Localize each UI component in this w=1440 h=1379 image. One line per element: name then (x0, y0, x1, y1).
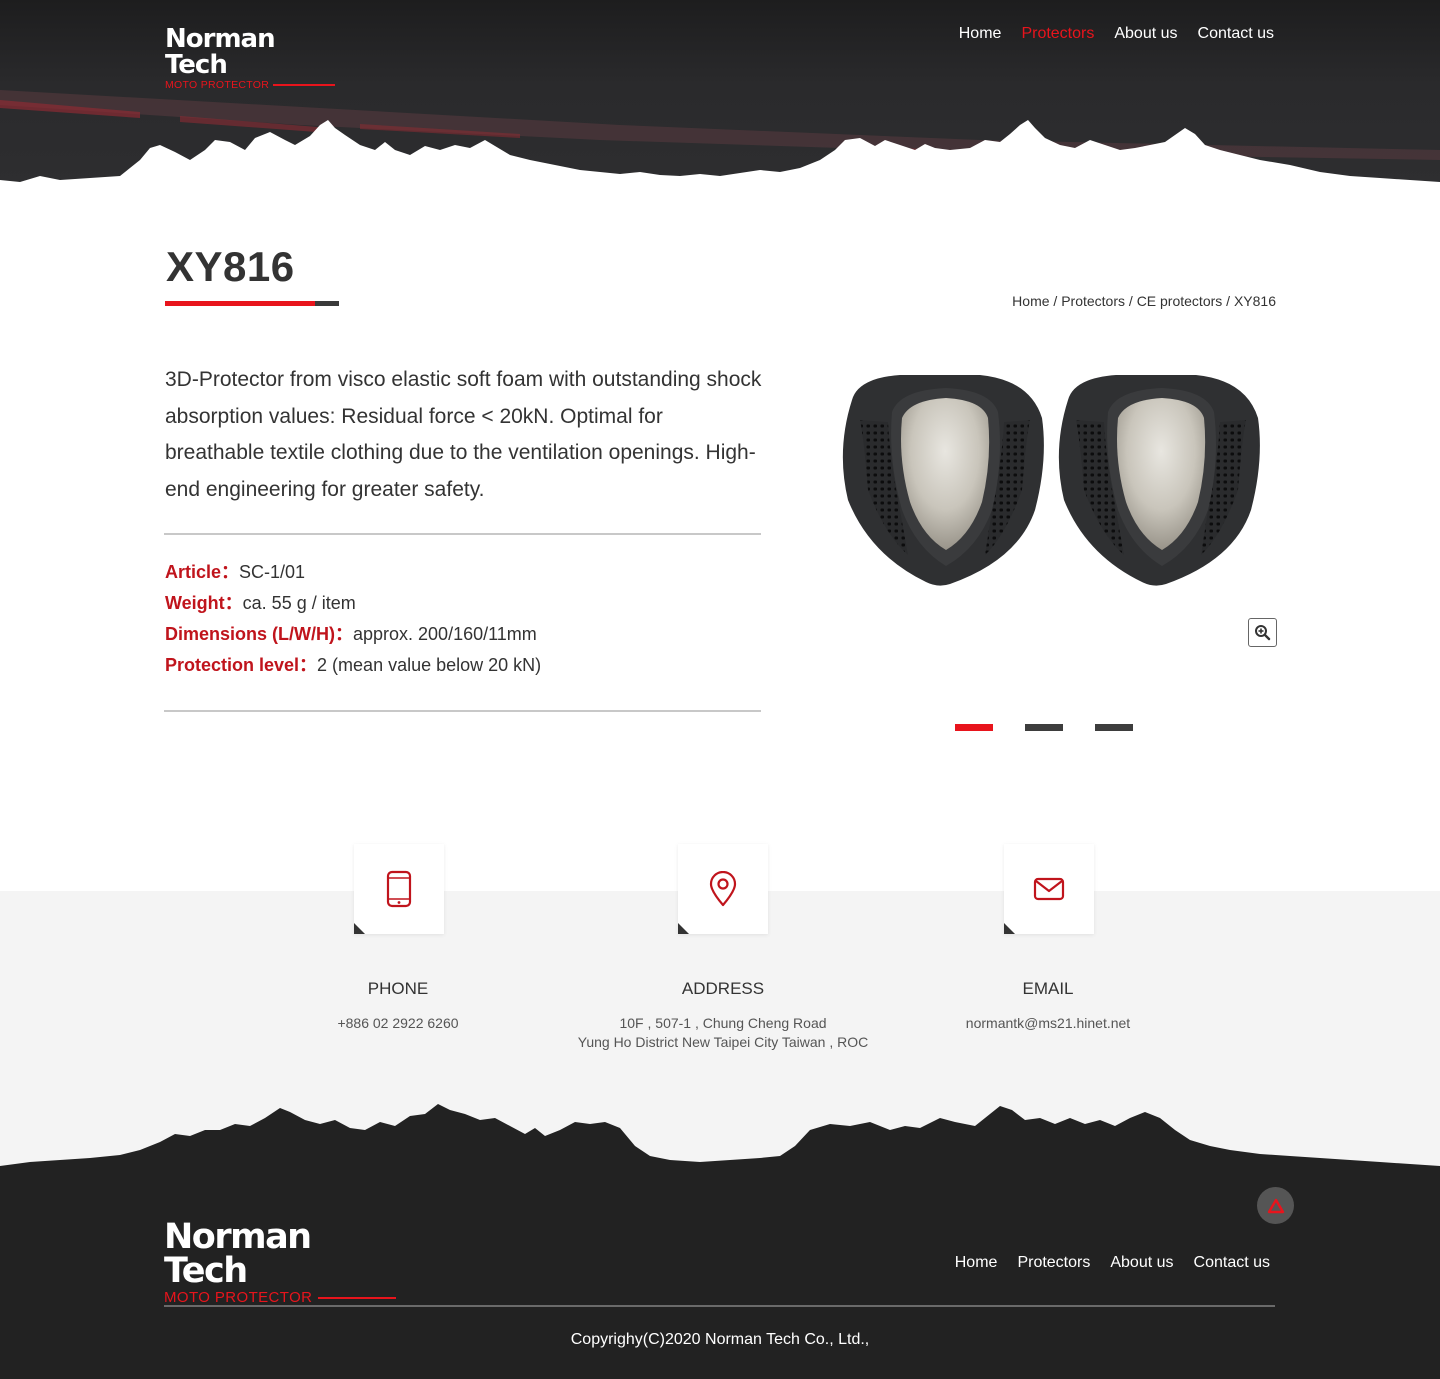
logo-underline (273, 84, 335, 86)
spec-article: Article： SC-1/01 (165, 557, 541, 588)
footer-logo-subtitle: MOTO PROTECTOR (164, 1290, 396, 1306)
address-card (678, 844, 768, 934)
main-nav: Home Protectors About us Contact us (939, 25, 1274, 43)
nav-protectors[interactable]: Protectors (1001, 25, 1094, 43)
logo-brand-text: Norman Tech (165, 24, 276, 80)
email-card (1004, 844, 1094, 934)
address-line-1: 10F , 507-1 , Chung Cheng Road (619, 1015, 827, 1031)
nav-contact-us[interactable]: Contact us (1178, 25, 1274, 43)
arrow-up-icon (1267, 1198, 1284, 1213)
spec-value: SC-1/01 (239, 562, 306, 582)
breadcrumb-separator: / (1222, 293, 1234, 309)
divider-bottom (164, 710, 761, 712)
email-label: EMAIL (1022, 979, 1074, 998)
spec-list: Article： SC-1/01 Weight： ca. 55 g / item D… (165, 557, 541, 681)
footer-nav-about-us[interactable]: About us (1090, 1254, 1173, 1272)
slider-pagination (955, 724, 1133, 731)
copyright-text: Copyrighy(C)2020 Norman Tech Co., Ltd., (570, 1331, 870, 1348)
breadcrumb-protectors[interactable]: Protectors (1061, 293, 1125, 309)
product-image[interactable] (830, 360, 1275, 600)
logo-subtitle: MOTO PROTECTOR (165, 79, 335, 91)
phone-card (354, 844, 444, 934)
spec-separator: ： (221, 562, 240, 582)
spec-separator: ： (299, 655, 318, 675)
protector-right (1058, 375, 1260, 586)
zoom-in-icon (1255, 625, 1271, 641)
mail-icon (1033, 877, 1065, 901)
breadcrumb-separator: / (1125, 293, 1137, 309)
footer-nav: Home Protectors About us Contact us (935, 1254, 1270, 1272)
slide-dot-3[interactable] (1095, 724, 1133, 731)
site-header: Norman Tech MOTO PROTECTOR Home Protecto… (0, 0, 1440, 190)
footer-nav-home[interactable]: Home (935, 1254, 998, 1272)
footer-logo-subtitle-text: MOTO PROTECTOR (164, 1289, 313, 1306)
footer-mountain-edge (0, 1104, 1440, 1172)
address-value: 10F , 507-1 , Chung Cheng Road Yung Ho D… (563, 1014, 883, 1052)
spec-value: 2 (mean value below 20 kN) (317, 655, 542, 675)
phone-label: PHONE (367, 979, 429, 998)
spec-weight: Weight： ca. 55 g / item (165, 588, 541, 619)
slide-dot-1[interactable] (955, 724, 993, 731)
product-description: 3D-Protector from visco elastic soft foa… (165, 368, 762, 501)
footer-nav-protectors[interactable]: Protectors (997, 1254, 1090, 1272)
page-title: XY816 (166, 243, 295, 290)
nav-home[interactable]: Home (939, 25, 1002, 43)
spec-label: Protection level (165, 655, 300, 675)
breadcrumb-separator: / (1049, 293, 1062, 309)
phone-value[interactable]: +886 02 2922 6260 (238, 1014, 558, 1033)
breadcrumb: Home / Protectors / CE protectors / XY81… (1012, 293, 1276, 309)
spec-label: Article (165, 562, 222, 582)
footer-logo-underline (318, 1297, 396, 1299)
breadcrumb-home[interactable]: Home (1012, 293, 1049, 309)
logo-subtitle-text: MOTO PROTECTOR (165, 79, 270, 91)
card-corner (1004, 923, 1015, 934)
title-underline (165, 301, 339, 306)
footer-nav-contact-us[interactable]: Contact us (1174, 1254, 1270, 1272)
slide-dot-2[interactable] (1025, 724, 1063, 731)
footer-logo-brand-text: Norman Tech (164, 1217, 312, 1291)
card-corner (678, 923, 689, 934)
zoom-button[interactable] (1248, 618, 1277, 647)
spec-separator: ： (335, 624, 353, 644)
card-corner (354, 923, 365, 934)
spec-value: approx. 200/160/11mm (353, 624, 537, 644)
phone-icon (386, 870, 412, 908)
spec-value: ca. 55 g / item (242, 593, 356, 613)
address-line-2: Yung Ho District New Taipei City Taiwan … (577, 1034, 869, 1050)
nav-about-us[interactable]: About us (1094, 25, 1177, 43)
header-logo[interactable]: Norman Tech MOTO PROTECTOR (165, 26, 335, 91)
protector-left (842, 375, 1044, 586)
breadcrumb-ce-protectors[interactable]: CE protectors (1137, 293, 1223, 309)
spec-label: Weight (165, 593, 225, 613)
footer-logo[interactable]: Norman Tech MOTO PROTECTOR (164, 1220, 396, 1306)
email-value[interactable]: normantk@ms21.hinet.net (888, 1014, 1208, 1033)
divider-top (164, 533, 761, 535)
address-label: ADDRESS (681, 979, 765, 998)
spec-protection-level: Protection level： 2 (mean value below 20 … (165, 650, 541, 681)
spec-label: Dimensions (L/W/H) (165, 624, 335, 644)
spec-separator: ： (224, 593, 243, 613)
spec-dimensions: Dimensions (L/W/H)： approx. 200/160/11mm (165, 619, 541, 650)
location-pin-icon (709, 871, 737, 907)
footer-divider (164, 1305, 1275, 1307)
breadcrumb-current: XY816 (1233, 293, 1276, 309)
back-to-top-button[interactable] (1257, 1187, 1294, 1224)
